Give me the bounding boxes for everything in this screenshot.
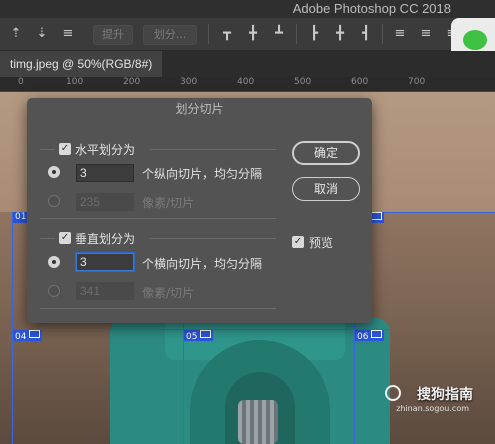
dialog-title: 划分切片 xyxy=(175,102,224,116)
group-border xyxy=(40,238,55,239)
align-vcenter-icon[interactable]: ╋ xyxy=(245,26,261,42)
slice-number: 06 xyxy=(357,332,369,342)
slice-label: 05 xyxy=(184,330,214,342)
preview-label: 预览 xyxy=(309,236,334,250)
horizontal-ruler: 0 100 200 300 400 500 600 700 xyxy=(0,77,495,92)
ok-button[interactable]: 确定 xyxy=(292,141,360,165)
horizontal-pixel-input[interactable] xyxy=(76,193,134,211)
vertical-divide-checkbox[interactable]: ✓ xyxy=(59,232,71,244)
align-left-icon[interactable]: ┣ xyxy=(306,26,322,42)
vertical-divide-label: 垂直划分为 xyxy=(75,232,136,246)
group-border xyxy=(150,238,276,239)
ruler-tick-label: 100 xyxy=(66,77,84,87)
vertical-pixel-suffix: 像素/切片 xyxy=(142,286,195,300)
ruler-tick-label: 600 xyxy=(351,77,369,87)
ruler-tick-label: 500 xyxy=(294,77,312,87)
vertical-pixel-input[interactable] xyxy=(76,282,134,300)
ruler-tick-label: 300 xyxy=(180,77,198,87)
slice-number: 01 xyxy=(15,212,27,222)
horizontal-pixel-suffix: 像素/切片 xyxy=(142,196,195,210)
horizontal-pixel-radio[interactable] xyxy=(48,195,60,207)
promote-button[interactable]: 提升 xyxy=(93,25,133,45)
group-border xyxy=(150,149,276,150)
slice-stack-icon-3[interactable]: ≡ xyxy=(60,26,76,42)
ruler-tick-label: 200 xyxy=(123,77,141,87)
group-border xyxy=(40,218,276,219)
slice-stack-icon-2[interactable]: ⇣ xyxy=(34,26,50,42)
toolbar-separator xyxy=(382,24,383,44)
horizontal-count-input[interactable] xyxy=(76,164,134,182)
watermark-url: zhinan.sogou.com xyxy=(396,404,469,413)
slice-image-icon xyxy=(29,330,41,338)
distribute-top-icon[interactable]: ≡ xyxy=(392,26,408,42)
slice-line-vertical[interactable] xyxy=(12,212,13,444)
group-border xyxy=(40,308,276,309)
horizontal-count-suffix: 个纵向切片，均匀分隔 xyxy=(142,167,263,181)
slice-image-icon xyxy=(371,330,383,338)
vertical-pixel-radio[interactable] xyxy=(48,285,60,297)
vertical-count-suffix: 个横向切片，均匀分隔 xyxy=(142,257,263,271)
align-top-icon[interactable]: ┳ xyxy=(219,26,235,42)
slice-line-horizontal[interactable] xyxy=(12,329,495,330)
ruler-tick-label: 400 xyxy=(237,77,255,87)
app-title: Adobe Photoshop CC 2018 xyxy=(292,1,451,16)
ruler-tick-label: 700 xyxy=(408,77,426,87)
align-bottom-icon[interactable]: ┻ xyxy=(271,26,287,42)
cancel-button[interactable]: 取消 xyxy=(292,177,360,201)
toolbar-separator xyxy=(208,24,209,44)
slice-number: 04 xyxy=(15,332,27,342)
preview-checkbox[interactable]: ✓ xyxy=(292,236,304,248)
ruler-tick-label: 0 xyxy=(18,77,24,87)
slice-image-icon xyxy=(371,212,383,220)
horizontal-divide-checkbox[interactable]: ✓ xyxy=(59,143,71,155)
toolbar-separator xyxy=(296,24,297,44)
document-tab[interactable]: timg.jpeg @ 50%(RGB/8#) xyxy=(0,51,163,77)
slice-label: 06 xyxy=(355,330,385,342)
slice-stack-icon-1[interactable]: ⇡ xyxy=(8,26,24,42)
align-hcenter-icon[interactable]: ╋ xyxy=(332,26,348,42)
horizontal-count-radio[interactable] xyxy=(48,166,60,178)
slice-image-icon xyxy=(200,330,212,338)
divide-button[interactable]: 划分... xyxy=(143,25,197,45)
sogou-logo-icon xyxy=(385,385,401,401)
group-border xyxy=(40,149,55,150)
slice-label: 04 xyxy=(13,330,43,342)
vertical-count-radio[interactable] xyxy=(48,256,60,268)
align-right-icon[interactable]: ┫ xyxy=(358,26,374,42)
watermark-text: 搜狗指南 xyxy=(417,387,473,403)
vertical-count-input[interactable] xyxy=(76,253,134,271)
horizontal-divide-label: 水平划分为 xyxy=(75,143,136,157)
machine-shaft xyxy=(238,400,278,444)
distribute-vcenter-icon[interactable]: ≡ xyxy=(418,26,434,42)
slice-number: 05 xyxy=(186,332,198,342)
